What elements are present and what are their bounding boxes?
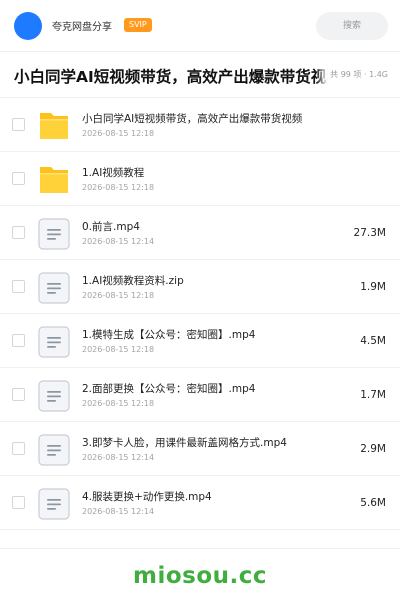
select-checkbox[interactable]: [12, 226, 25, 239]
file-icon: [38, 326, 70, 358]
file-size: 4.5M: [360, 335, 386, 347]
file-icon: [38, 488, 70, 520]
file-size: 5.6M: [360, 497, 386, 509]
search-input[interactable]: 搜索: [316, 12, 388, 40]
file-date: 2026-08-15 12:14: [82, 453, 155, 462]
file-date: 2026-08-15 12:18: [82, 129, 155, 138]
list-item[interactable]: 1.AI视频教程资料.zip 2026-08-15 12:18 1.9M: [0, 260, 400, 314]
file-size: 2.9M: [360, 443, 386, 455]
list-item[interactable]: 4.服装更换+动作更换.mp4 2026-08-15 12:14 5.6M: [0, 476, 400, 530]
svip-badge: SVIP: [124, 18, 152, 32]
file-date: 2026-08-15 12:18: [82, 183, 155, 192]
file-name: 1.AI视频教程: [82, 167, 145, 179]
app-name: 夸克网盘分享: [52, 22, 112, 33]
file-size: 27.3M: [353, 227, 386, 239]
file-name: 0.前言.mp4: [82, 221, 140, 233]
folder-icon: [40, 113, 68, 139]
file-icon: [38, 272, 70, 304]
list-item[interactable]: 3.即梦卡人脸，用课件最新盖网格方式.mp4 2026-08-15 12:14 …: [0, 422, 400, 476]
folder-icon: [40, 167, 68, 193]
list-item[interactable]: 小白同学AI短视频带货，高效产出爆款带货视频 2026-08-15 12:18: [0, 98, 400, 152]
select-checkbox[interactable]: [12, 118, 25, 131]
watermark: miosou.cc: [132, 563, 268, 589]
file-date: 2026-08-15 12:18: [82, 291, 155, 300]
file-icon: [38, 434, 70, 466]
file-name: 4.服装更换+动作更换.mp4: [82, 491, 212, 503]
file-size: 1.9M: [360, 281, 386, 293]
select-checkbox[interactable]: [12, 334, 25, 347]
file-name: 小白同学AI短视频带货，高效产出爆款带货视频: [82, 113, 303, 125]
share-title-bar: 小白同学AI短视频带货，高效产出爆款带货视频 共 99 项 · 1.4G: [0, 52, 400, 98]
select-checkbox[interactable]: [12, 442, 25, 455]
file-icon: [38, 218, 70, 250]
select-checkbox[interactable]: [12, 280, 25, 293]
file-date: 2026-08-15 12:18: [82, 399, 155, 408]
list-item[interactable]: 1.AI视频教程 2026-08-15 12:18: [0, 152, 400, 206]
page-title: 小白同学AI短视频带货，高效产出爆款带货视频: [14, 68, 342, 86]
select-checkbox[interactable]: [12, 496, 25, 509]
file-name: 1.模特生成【公众号：密知圈】.mp4: [82, 329, 256, 341]
select-checkbox[interactable]: [12, 388, 25, 401]
file-name: 3.即梦卡人脸，用课件最新盖网格方式.mp4: [82, 437, 287, 449]
list-item[interactable]: 2.面部更换【公众号：密知圈】.mp4 2026-08-15 12:18 1.7…: [0, 368, 400, 422]
app-header: 夸克网盘分享 SVIP 搜索: [0, 0, 400, 52]
file-icon: [38, 380, 70, 412]
file-name: 1.AI视频教程资料.zip: [82, 275, 184, 287]
file-size: 1.7M: [360, 389, 386, 401]
footer: miosou.cc: [0, 548, 400, 600]
file-date: 2026-08-15 12:18: [82, 345, 155, 354]
avatar[interactable]: [14, 12, 42, 40]
list-item[interactable]: 0.前言.mp4 2026-08-15 12:14 27.3M: [0, 206, 400, 260]
file-date: 2026-08-15 12:14: [82, 507, 155, 516]
file-date: 2026-08-15 12:14: [82, 237, 155, 246]
list-item[interactable]: 1.模特生成【公众号：密知圈】.mp4 2026-08-15 12:18 4.5…: [0, 314, 400, 368]
share-meta: 共 99 项 · 1.4G: [316, 65, 400, 85]
file-name: 2.面部更换【公众号：密知圈】.mp4: [82, 383, 256, 395]
select-checkbox[interactable]: [12, 172, 25, 185]
